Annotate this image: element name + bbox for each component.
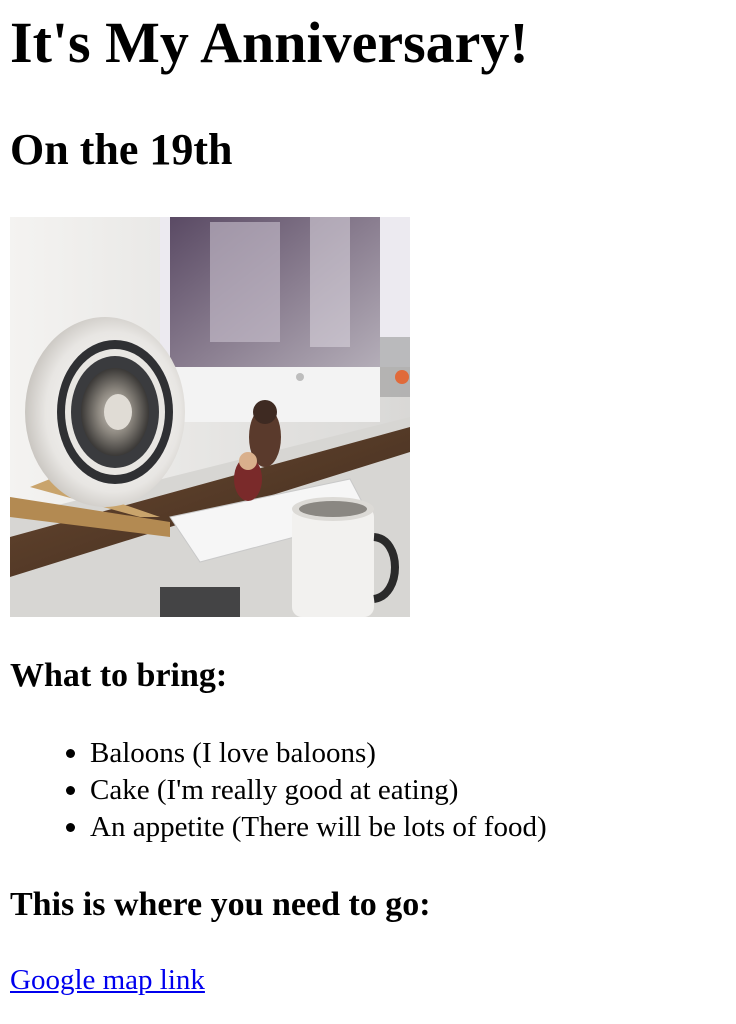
- bullet-icon: [66, 786, 75, 795]
- page-title: It's My Anniversary!: [10, 10, 529, 75]
- google-map-link[interactable]: Google map link: [10, 962, 205, 999]
- list-item-label: An appetite (There will be lots of food): [90, 811, 547, 843]
- list-item-label: Baloons (I love baloons): [90, 737, 376, 769]
- bullet-icon: [66, 823, 75, 832]
- desk-photo: [10, 217, 410, 617]
- desk-photo-illustration: [10, 217, 410, 617]
- location-heading: This is where you need to go:: [10, 886, 431, 923]
- list-item: Baloons (I love baloons): [66, 735, 547, 772]
- page-subtitle: On the 19th: [10, 125, 233, 174]
- list-item-label: Cake (I'm really good at eating): [90, 774, 459, 806]
- bring-heading: What to bring:: [10, 657, 228, 694]
- bullet-icon: [66, 749, 75, 758]
- list-item: An appetite (There will be lots of food): [66, 809, 547, 846]
- bring-list: Baloons (I love baloons) Cake (I'm reall…: [10, 735, 547, 846]
- list-item: Cake (I'm really good at eating): [66, 772, 547, 809]
